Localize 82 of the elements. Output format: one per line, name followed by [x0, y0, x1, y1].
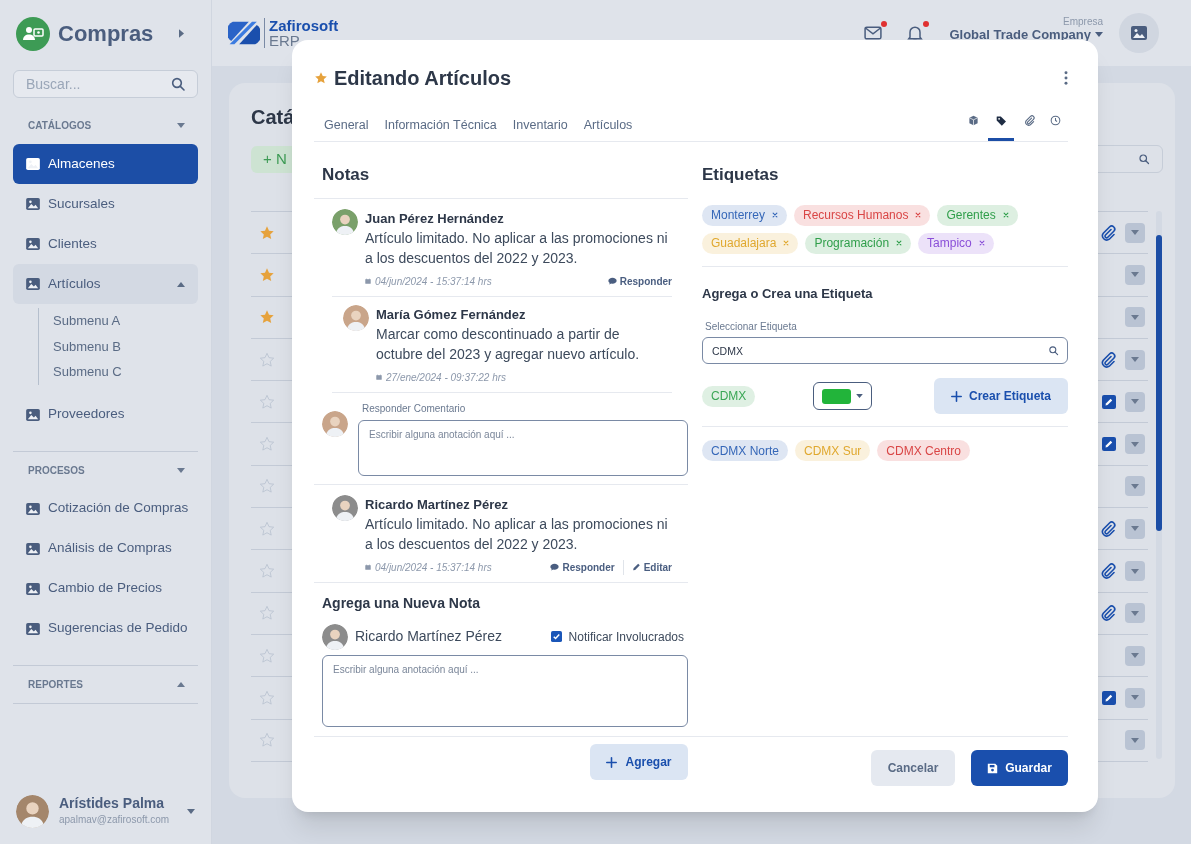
tag-label: Monterrey	[711, 207, 766, 224]
submenu-item[interactable]: Submenu C	[39, 359, 198, 385]
section-heading: Notas	[314, 142, 688, 199]
tag-chip[interactable]: Recursos Humanos	[794, 204, 931, 226]
section-title: PROCESOS	[28, 463, 85, 478]
tag-label: CDMX Norte	[711, 442, 779, 460]
note-field[interactable]: Escribir alguna anotación aquí ...	[322, 654, 688, 727]
note-author: Ricardo Martínez Pérez	[365, 495, 510, 513]
tag-chip[interactable]: Programación	[805, 232, 912, 254]
add-button[interactable]: Agregar	[590, 744, 688, 780]
company-label: Empresa	[1063, 15, 1103, 28]
note-text: Artículo limitado. No aplicar a las promociones ni a los descuentos del 2022 y 2023.	[365, 228, 669, 268]
reply-link[interactable]: Responder	[607, 273, 672, 289]
note-date: 27/ene/2024 - 09:37:22 hrs	[386, 370, 507, 385]
reply-link[interactable]: Responder	[550, 559, 615, 575]
note-text: Artículo limitado. No aplicar a las promociones ni a los descuentos del 2022 y 2023.	[365, 514, 669, 554]
modal-title: Editando Artículos	[334, 66, 512, 90]
section-title: REPORTES	[28, 677, 83, 692]
item-label: Análisis de Compras	[48, 539, 173, 558]
tag-label: Gerentes	[946, 207, 996, 224]
note-date: 04/jun/2024 - 15:37:14 hrs	[375, 560, 492, 575]
section-heading: Etiquetas	[702, 164, 780, 186]
company-name: Global Trade Company	[949, 28, 1091, 41]
edit-link[interactable]: Editar	[622, 559, 672, 575]
item-label: Artículos	[48, 274, 102, 293]
page-title: Catá	[251, 105, 295, 129]
sidebar-item[interactable]: Almacenes	[13, 144, 198, 184]
tab[interactable]: Artículos	[583, 112, 633, 141]
user-name: Arístides Palma	[59, 795, 166, 812]
tab[interactable]: Información Técnica	[384, 112, 497, 141]
tag-label: Recursos Humanos	[803, 207, 909, 224]
note-date: 04/jun/2024 - 15:37:14 hrs	[375, 274, 492, 289]
create-tag-button[interactable]: Crear Etiqueta	[934, 378, 1068, 414]
section-heading: Agrega o Crea una Etiqueta	[702, 284, 874, 303]
cancel-button[interactable]: Cancelar	[871, 750, 955, 786]
field-label: Seleccionar Etiqueta	[704, 320, 798, 334]
save-button[interactable]: Guardar	[971, 750, 1068, 786]
tag-search-field[interactable]: CDMX	[702, 337, 1068, 364]
tab[interactable]: General	[324, 112, 369, 141]
user-email: apalmav@zafirosoft.com	[59, 813, 171, 827]
item-label: Cambio de Precios	[48, 579, 164, 598]
tag-label: CDMX Sur	[804, 442, 862, 460]
tag-label: CDMX Centro	[886, 442, 962, 460]
submenu-item[interactable]: Submenu B	[39, 333, 198, 359]
note-author: María Gómez Fernández	[376, 305, 527, 323]
tag-label: Programación	[814, 235, 890, 252]
sidebar-item[interactable]: Análisis de Compras	[13, 528, 198, 569]
search-field[interactable]: Buscar...	[13, 70, 198, 98]
notify-checkbox[interactable]: Notificar Involucrados	[550, 627, 688, 646]
sidebar-item[interactable]: Sugerencias de Pedido	[13, 608, 198, 649]
item-label: Sugerencias de Pedido	[48, 619, 189, 638]
submenu-item[interactable]: Submenu A	[39, 308, 198, 334]
brand-product: ERP	[269, 33, 301, 48]
item-label: Almacenes	[48, 154, 116, 173]
item-label: Clientes	[48, 234, 98, 253]
sidebar-item[interactable]: Clientes	[13, 224, 198, 264]
note-author: Juan Pérez Hernández	[365, 209, 505, 227]
module-title: Compras	[58, 20, 155, 48]
section-heading: Agrega una Nueva Nota	[321, 593, 481, 613]
author-name: Ricardo Martínez Pérez	[355, 627, 503, 646]
reply-field[interactable]: Escribir alguna anotación aquí ...	[358, 419, 688, 476]
item-label: Sucursales	[48, 194, 116, 213]
sidebar-item[interactable]: Cambio de Precios	[13, 568, 198, 609]
brand-name: Zafirosoft	[269, 18, 339, 33]
tag-chip[interactable]: Tampico	[918, 232, 994, 254]
tag-label: Guadalajara	[711, 235, 777, 252]
tag-chip[interactable]: Gerentes	[937, 204, 1018, 226]
tab[interactable]: Inventario	[512, 112, 568, 141]
sidebar-item[interactable]: Proveedores	[13, 394, 198, 435]
item-label: Cotización de Compras	[48, 499, 190, 518]
tag-chip[interactable]: CDMX Norte	[702, 440, 788, 461]
tag-label: CDMX	[711, 388, 747, 405]
sidebar-item[interactable]: Artículos	[13, 264, 198, 304]
field-label: Responder Comentario	[361, 401, 467, 416]
tag-chip[interactable]: Monterrey	[702, 204, 788, 226]
tag-chip[interactable]: CDMX Centro	[877, 440, 971, 461]
section-title: CATÁLOGOS	[28, 118, 92, 133]
sidebar-item[interactable]: Sucursales	[13, 184, 198, 224]
sidebar-item[interactable]: Cotización de Compras	[13, 488, 198, 529]
tag-label: Tampico	[927, 235, 972, 252]
item-label: Proveedores	[48, 405, 126, 424]
note-text: Marcar como descontinuado a partir de octubre del 2023 y agregar nuevo artículo.	[376, 324, 641, 364]
